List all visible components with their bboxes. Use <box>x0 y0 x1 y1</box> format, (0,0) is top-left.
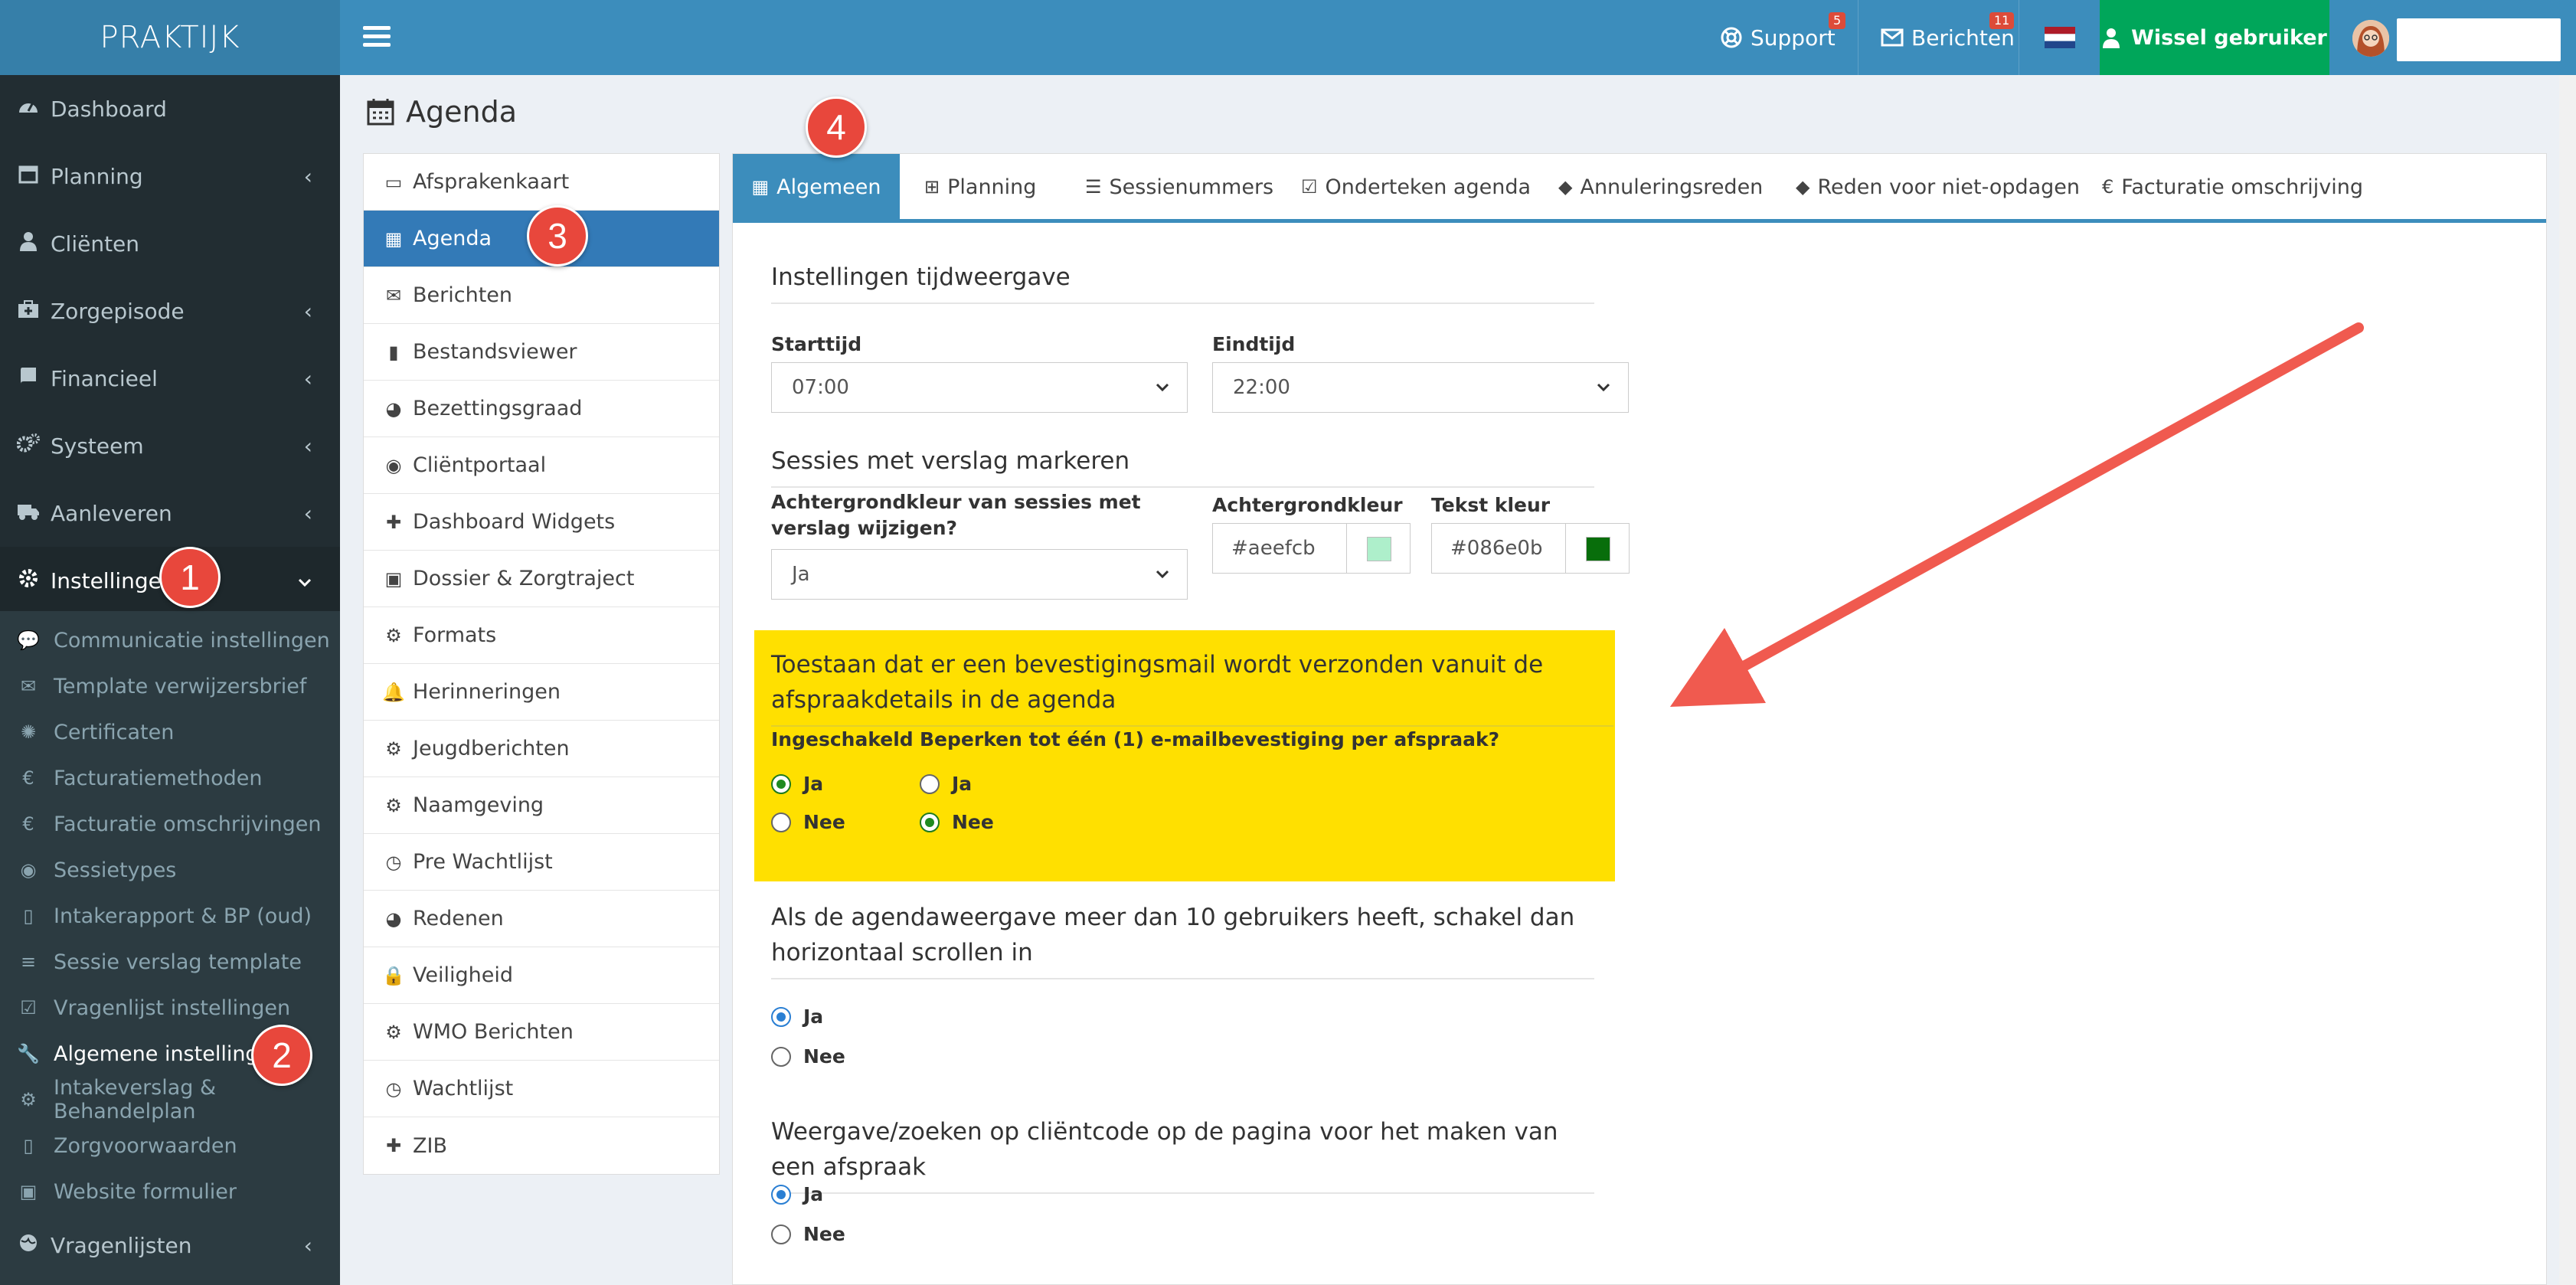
callout-2: 2 <box>251 1025 312 1086</box>
callout-1: 1 <box>159 547 221 608</box>
callout-4: 4 <box>806 96 867 158</box>
callout-3: 3 <box>527 205 588 266</box>
annotation-arrow-icon <box>1669 322 2364 708</box>
